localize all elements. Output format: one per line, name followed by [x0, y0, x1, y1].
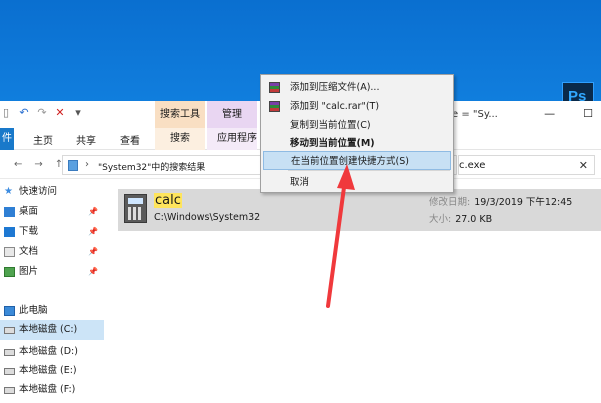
navigation-pane: ★ 快速访问 桌面 📌 下载 📌 文档 📌 图片 📌 此电脑 本地磁盘 (C:)… — [0, 180, 104, 403]
window-title: e = "Sy... — [452, 109, 498, 120]
sidebar-item-label: 本地磁盘 (E:) — [19, 365, 77, 376]
undo-icon[interactable]: ↶ — [18, 107, 30, 119]
sidebar-item-downloads[interactable]: 下载 📌 — [0, 222, 104, 242]
maximize-button[interactable]: ☐ — [583, 107, 593, 120]
winrar-icon — [269, 82, 280, 93]
sidebar-item-drive-e[interactable]: 本地磁盘 (E:) — [0, 361, 104, 381]
tab-file[interactable]: 件 — [0, 128, 14, 150]
computer-icon — [4, 306, 15, 316]
sidebar-item-label: 本地磁盘 (C:) — [19, 324, 78, 335]
minimize-button[interactable]: — — [544, 107, 555, 120]
folder-icon — [68, 160, 78, 171]
redo-icon[interactable]: ↷ — [36, 107, 48, 119]
back-button[interactable]: ← — [14, 159, 22, 170]
result-modified-date: 修改日期: 19/3/2019 下午12:45 — [429, 197, 573, 208]
breadcrumb-chevron-icon[interactable]: › — [85, 159, 89, 170]
picture-icon — [4, 267, 15, 277]
sidebar-item-label: 文档 — [19, 246, 39, 257]
sidebar-item-drive-c[interactable]: 本地磁盘 (C:) — [0, 320, 104, 340]
menu-item-add-to-calc-rar[interactable]: 添加到 "calc.rar"(T) — [263, 97, 451, 116]
sidebar-item-quick-access[interactable]: ★ 快速访问 — [0, 182, 104, 202]
menu-separator — [288, 170, 450, 171]
sidebar-item-label: 快速访问 — [19, 186, 58, 197]
result-file-path: C:\Windows\System32 — [154, 212, 261, 223]
pin-icon: 📌 — [88, 207, 98, 216]
address-text: "System32"中的搜索结果 — [98, 163, 206, 173]
sidebar-item-label: 此电脑 — [19, 305, 48, 316]
sidebar-item-desktop[interactable]: 桌面 📌 — [0, 202, 104, 222]
context-menu: 添加到压缩文件(A)... 添加到 "calc.rar"(T) 复制到当前位置(… — [260, 74, 454, 193]
tab-home[interactable]: 主页 — [33, 132, 53, 147]
pin-icon: 📌 — [88, 227, 98, 236]
properties-icon[interactable]: ▯ — [0, 107, 12, 119]
list-item[interactable]: calc C:\Windows\System32 修改日期: 19/3/2019 … — [118, 189, 601, 231]
drive-icon — [4, 349, 15, 356]
sidebar-item-documents[interactable]: 文档 📌 — [0, 242, 104, 262]
sidebar-item-label: 本地磁盘 (D:) — [19, 346, 78, 357]
drive-icon — [4, 387, 15, 394]
sidebar-item-drive-f[interactable]: 本地磁盘 (F:) — [0, 380, 104, 400]
download-icon — [4, 227, 15, 237]
quick-access-toolbar: ▯ ↶ ↷ ✕ ▾ — [0, 107, 84, 119]
menu-item-cancel[interactable]: 取消 — [263, 173, 451, 192]
calculator-icon — [124, 194, 147, 223]
document-icon — [4, 247, 15, 257]
desktop-folder-icon — [4, 207, 15, 217]
customize-toolbar-icon[interactable]: ▾ — [72, 107, 84, 119]
tab-view[interactable]: 查看 — [120, 132, 140, 147]
drive-icon — [4, 368, 15, 375]
search-value: c.exe — [459, 160, 486, 171]
star-icon: ★ — [4, 186, 13, 197]
result-size: 大小: 27.0 KB — [429, 214, 493, 225]
search-input[interactable]: c.exe ✕ — [458, 155, 595, 175]
tab-share[interactable]: 共享 — [76, 132, 96, 147]
winrar-icon — [269, 101, 280, 112]
result-file-name: calc — [154, 193, 182, 208]
delete-icon[interactable]: ✕ — [54, 107, 66, 119]
menu-item-copy-here[interactable]: 复制到当前位置(C) — [263, 116, 451, 135]
sidebar-item-label: 下载 — [19, 226, 39, 237]
sidebar-item-drive-d[interactable]: 本地磁盘 (D:) — [0, 342, 104, 362]
clear-search-icon[interactable]: ✕ — [579, 159, 588, 172]
pin-icon: 📌 — [88, 247, 98, 256]
forward-button[interactable]: → — [34, 159, 42, 170]
search-results-pane: calc C:\Windows\System32 修改日期: 19/3/2019 … — [104, 180, 601, 403]
pin-icon: 📌 — [88, 267, 98, 276]
sidebar-item-this-pc[interactable]: 此电脑 — [0, 301, 104, 321]
context-tab-manage: 管理 — [207, 101, 257, 128]
sidebar-item-label: 桌面 — [19, 206, 39, 217]
window-controls: — ☐ — [544, 107, 593, 120]
tab-application-tools[interactable]: 应用程序工 — [207, 128, 257, 166]
tab-search[interactable]: 搜索 — [155, 128, 205, 150]
sidebar-item-label: 本地磁盘 (F:) — [19, 384, 76, 395]
sidebar-item-label: 图片 — [19, 266, 39, 277]
menu-item-create-shortcut-here[interactable]: 在当前位置创建快捷方式(S) — [263, 151, 451, 170]
sidebar-item-pictures[interactable]: 图片 📌 — [0, 262, 104, 282]
navigation-buttons: ← → ↑ — [14, 159, 63, 170]
menu-item-add-to-archive[interactable]: 添加到压缩文件(A)... — [263, 78, 451, 97]
drive-icon — [4, 327, 15, 334]
context-tab-search-tools: 搜索工具 — [155, 101, 205, 128]
